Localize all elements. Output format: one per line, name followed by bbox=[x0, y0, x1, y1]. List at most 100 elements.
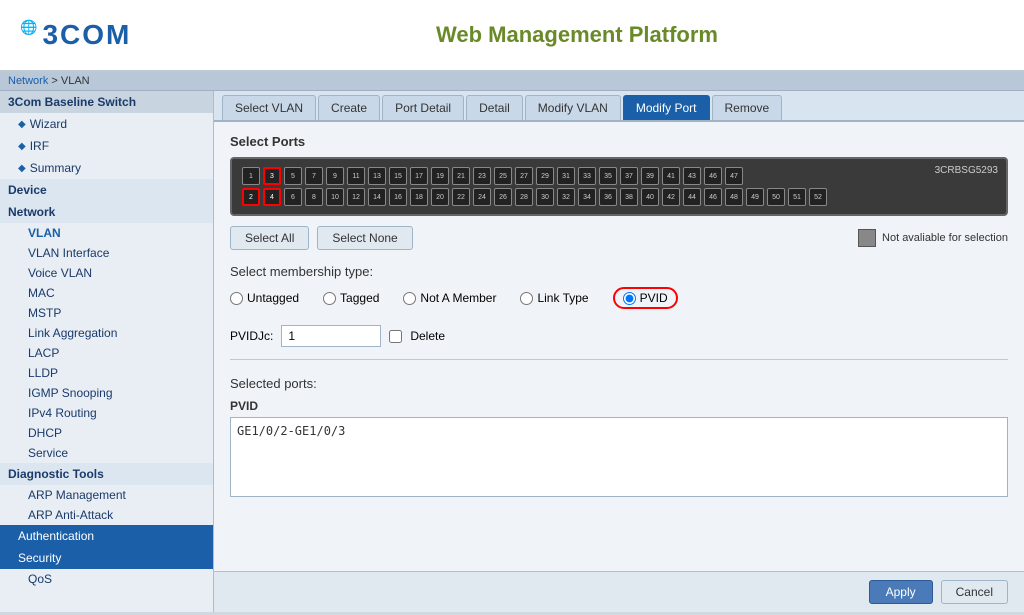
port-30-bottom[interactable]: 30 bbox=[536, 188, 554, 206]
port-24-bottom[interactable]: 24 bbox=[473, 188, 491, 206]
port-12-bottom[interactable]: 12 bbox=[347, 188, 365, 206]
port-52-bottom[interactable]: 52 bbox=[809, 188, 827, 206]
sidebar-item-arp-management[interactable]: ARP Management bbox=[0, 485, 213, 505]
port-33-top[interactable]: 33 bbox=[578, 167, 596, 185]
pvid-input[interactable] bbox=[281, 325, 381, 347]
radio-tagged[interactable]: Tagged bbox=[323, 291, 379, 305]
sidebar-item-mac[interactable]: MAC bbox=[0, 283, 213, 303]
tab-select-vlan[interactable]: Select VLAN bbox=[222, 95, 316, 120]
tab-remove[interactable]: Remove bbox=[712, 95, 783, 120]
port-34-bottom[interactable]: 34 bbox=[578, 188, 596, 206]
radio-link-type-input[interactable] bbox=[520, 292, 533, 305]
port-36-bottom[interactable]: 36 bbox=[599, 188, 617, 206]
port-9-top[interactable]: 9 bbox=[326, 167, 344, 185]
port-16-bottom[interactable]: 16 bbox=[389, 188, 407, 206]
sidebar-item-ipv4-routing[interactable]: IPv4 Routing bbox=[0, 403, 213, 423]
port-18-bottom[interactable]: 18 bbox=[410, 188, 428, 206]
port-42-bottom[interactable]: 42 bbox=[662, 188, 680, 206]
sidebar-item-irf[interactable]: ◆ IRF bbox=[0, 135, 213, 157]
selected-ports-textarea[interactable] bbox=[230, 417, 1008, 497]
port-19-top[interactable]: 19 bbox=[431, 167, 449, 185]
port-14-bottom[interactable]: 14 bbox=[368, 188, 386, 206]
port-41-top[interactable]: 41 bbox=[662, 167, 680, 185]
port-51-bottom[interactable]: 51 bbox=[788, 188, 806, 206]
breadcrumb-network[interactable]: Network bbox=[8, 75, 48, 87]
port-47-top[interactable]: 47 bbox=[725, 167, 743, 185]
sidebar-item-link-aggregation[interactable]: Link Aggregation bbox=[0, 323, 213, 343]
port-35-top[interactable]: 35 bbox=[599, 167, 617, 185]
sidebar-item-mstp[interactable]: MSTP bbox=[0, 303, 213, 323]
port-43-top[interactable]: 43 bbox=[683, 167, 701, 185]
port-32-bottom[interactable]: 32 bbox=[557, 188, 575, 206]
port-29-top[interactable]: 29 bbox=[536, 167, 554, 185]
port-50-bottom[interactable]: 50 bbox=[767, 188, 785, 206]
sidebar-item-wizard[interactable]: ◆ Wizard bbox=[0, 113, 213, 135]
sidebar-item-arp-anti-attack[interactable]: ARP Anti-Attack bbox=[0, 505, 213, 525]
port-21-top[interactable]: 21 bbox=[452, 167, 470, 185]
port-17-top[interactable]: 17 bbox=[410, 167, 428, 185]
port-5-top[interactable]: 5 bbox=[284, 167, 302, 185]
port-39-top[interactable]: 39 bbox=[641, 167, 659, 185]
port-1-top[interactable]: 1 bbox=[242, 167, 260, 185]
port-46-top[interactable]: 46 bbox=[704, 167, 722, 185]
apply-button[interactable]: Apply bbox=[869, 580, 933, 604]
sidebar-group-diagnostic[interactable]: Diagnostic Tools bbox=[0, 463, 213, 485]
sidebar-item-vlan[interactable]: VLAN bbox=[0, 223, 213, 243]
sidebar-item-voice-vlan[interactable]: Voice VLAN bbox=[0, 263, 213, 283]
sidebar-item-security[interactable]: Security bbox=[0, 547, 213, 569]
port-46-bottom[interactable]: 46 bbox=[704, 188, 722, 206]
port-8-bottom[interactable]: 8 bbox=[305, 188, 323, 206]
select-all-button[interactable]: Select All bbox=[230, 226, 309, 250]
sidebar-switch-header[interactable]: 3Com Baseline Switch bbox=[0, 91, 213, 113]
port-48-bottom[interactable]: 48 bbox=[725, 188, 743, 206]
sidebar-group-device[interactable]: Device bbox=[0, 179, 213, 201]
port-22-bottom[interactable]: 22 bbox=[452, 188, 470, 206]
tab-detail[interactable]: Detail bbox=[466, 95, 523, 120]
port-6-bottom[interactable]: 6 bbox=[284, 188, 302, 206]
port-3-top[interactable]: 3 bbox=[263, 167, 281, 185]
sidebar-item-qos[interactable]: QoS bbox=[0, 569, 213, 589]
port-25-top[interactable]: 25 bbox=[494, 167, 512, 185]
port-23-top[interactable]: 23 bbox=[473, 167, 491, 185]
radio-untagged[interactable]: Untagged bbox=[230, 291, 299, 305]
port-15-top[interactable]: 15 bbox=[389, 167, 407, 185]
port-49-bottom[interactable]: 49 bbox=[746, 188, 764, 206]
port-31-top[interactable]: 31 bbox=[557, 167, 575, 185]
sidebar-item-lacp[interactable]: LACP bbox=[0, 343, 213, 363]
radio-tagged-input[interactable] bbox=[323, 292, 336, 305]
tab-modify-port[interactable]: Modify Port bbox=[623, 95, 710, 120]
port-10-bottom[interactable]: 10 bbox=[326, 188, 344, 206]
port-7-top[interactable]: 7 bbox=[305, 167, 323, 185]
port-26-bottom[interactable]: 26 bbox=[494, 188, 512, 206]
port-38-bottom[interactable]: 38 bbox=[620, 188, 638, 206]
sidebar-item-service[interactable]: Service bbox=[0, 443, 213, 463]
port-37-top[interactable]: 37 bbox=[620, 167, 638, 185]
port-28-bottom[interactable]: 28 bbox=[515, 188, 533, 206]
sidebar-item-vlan-interface[interactable]: VLAN Interface bbox=[0, 243, 213, 263]
port-40-bottom[interactable]: 40 bbox=[641, 188, 659, 206]
radio-not-a-member[interactable]: Not A Member bbox=[403, 291, 496, 305]
tab-port-detail[interactable]: Port Detail bbox=[382, 95, 464, 120]
radio-link-type[interactable]: Link Type bbox=[520, 291, 588, 305]
port-2-bottom[interactable]: 2 bbox=[242, 188, 260, 206]
port-20-bottom[interactable]: 20 bbox=[431, 188, 449, 206]
cancel-button[interactable]: Cancel bbox=[941, 580, 1008, 604]
port-11-top[interactable]: 11 bbox=[347, 167, 365, 185]
select-none-button[interactable]: Select None bbox=[317, 226, 412, 250]
port-13-top[interactable]: 13 bbox=[368, 167, 386, 185]
port-44-bottom[interactable]: 44 bbox=[683, 188, 701, 206]
radio-untagged-input[interactable] bbox=[230, 292, 243, 305]
sidebar-item-dhcp[interactable]: DHCP bbox=[0, 423, 213, 443]
sidebar-item-summary[interactable]: ◆ Summary bbox=[0, 157, 213, 179]
sidebar-group-network[interactable]: Network bbox=[0, 201, 213, 223]
radio-not-a-member-input[interactable] bbox=[403, 292, 416, 305]
sidebar-item-lldp[interactable]: LLDP bbox=[0, 363, 213, 383]
sidebar-item-igmp-snooping[interactable]: IGMP Snooping bbox=[0, 383, 213, 403]
tab-modify-vlan[interactable]: Modify VLAN bbox=[525, 95, 621, 120]
sidebar-item-authentication[interactable]: Authentication bbox=[0, 525, 213, 547]
tab-create[interactable]: Create bbox=[318, 95, 380, 120]
delete-checkbox[interactable] bbox=[389, 330, 402, 343]
port-27-top[interactable]: 27 bbox=[515, 167, 533, 185]
port-4-bottom[interactable]: 4 bbox=[263, 188, 281, 206]
radio-pvid-input[interactable] bbox=[623, 292, 636, 305]
